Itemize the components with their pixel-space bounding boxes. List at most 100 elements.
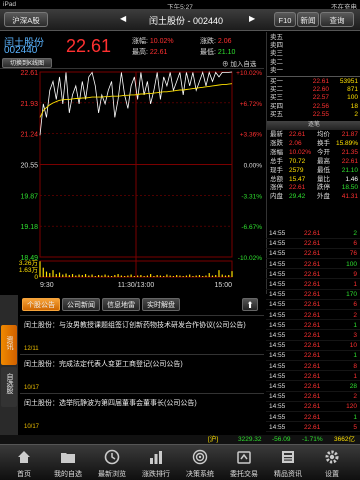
volume-tick-label: 3.26万 xyxy=(19,259,39,267)
bid-volume: 100 xyxy=(347,94,358,102)
stat-label: 内盘 xyxy=(270,193,283,201)
bid-price: 22.56 xyxy=(312,102,329,110)
price-tick-label: 19.87 xyxy=(20,193,38,200)
stat-label: 最低 xyxy=(317,166,330,174)
price-tick-label: 21.24 xyxy=(20,132,38,139)
query-button[interactable]: 查询 xyxy=(320,12,354,27)
trade-icon xyxy=(237,451,251,464)
tab-target[interactable]: 决策系统 xyxy=(180,445,220,480)
trade-row: 14:55 22.61 1 xyxy=(266,280,360,290)
trade-time: 14:55 xyxy=(269,393,286,401)
news-button[interactable]: 新闻 xyxy=(297,12,319,27)
tab-realtime-analysis[interactable]: 实时解盘 xyxy=(142,298,180,311)
add-favorite-button[interactable]: ⊕ 加入自选 xyxy=(222,58,256,68)
trade-price: 22.61 xyxy=(304,352,321,360)
stat-value: 2.06 xyxy=(289,139,302,147)
f10-button[interactable]: F10 xyxy=(274,12,296,27)
tab-gear[interactable]: 设置 xyxy=(312,445,352,480)
index-change: -56.09 xyxy=(272,436,291,443)
intraday-chart[interactable]: 22.61 +10.02% 21.93 +6.72% 21.24 +3.36% 20.55 0… xyxy=(0,69,264,291)
tab-folder[interactable]: 我的自选 xyxy=(48,445,88,480)
index-pct: -1.71% xyxy=(302,436,323,443)
trade-volume: 1 xyxy=(353,281,357,288)
trade-row: 14:55 22.61 2 xyxy=(266,229,360,239)
trade-volume: 8 xyxy=(353,362,357,370)
stat-value: 15.47 xyxy=(289,175,306,183)
tab-ranking[interactable]: 涨跌排行 xyxy=(136,445,176,480)
add-favorite-label: 加入自选 xyxy=(230,61,257,68)
prev-stock-icon[interactable]: ◀ xyxy=(120,14,126,23)
trade-volume: 100 xyxy=(346,260,357,268)
pct-tick-label: +6.72% xyxy=(240,101,262,108)
stat-label: 总额 xyxy=(270,175,283,183)
news-panel: 资讯 自选股 个股公告 公司新闻 信息地雷 实时解盘 ⬆ 闰土股份：与汝男教授课… xyxy=(0,295,264,435)
stat-label: 最高 xyxy=(317,157,330,165)
stat-value: 18.50 xyxy=(341,184,358,192)
price-tick-label: 19.18 xyxy=(20,224,38,231)
scroll-up-button[interactable]: ⬆ xyxy=(242,298,258,311)
trade-row: 14:55 22.61 3 xyxy=(266,331,360,341)
time-tick-label: 11:30/13:00 xyxy=(118,282,155,289)
tab-label: 最新浏览 xyxy=(98,471,126,478)
quote-stat-row: 现手 2579 最低 21.10 xyxy=(267,167,360,175)
trade-row: 14:55 22.61 1 xyxy=(266,321,360,331)
change-stat: 涨跌: 2.06 xyxy=(200,38,232,45)
bid-label: 买五 xyxy=(270,110,283,118)
tab-label: 委托交易 xyxy=(230,471,258,478)
ask-row: 卖二 xyxy=(267,59,360,67)
news-item[interactable]: 闰土股份：完成法定代表人变更工商登记(公司公告) 10/17 xyxy=(20,354,264,392)
news-item[interactable]: 闰土股份：选举阮静波为第四届董事会董事长(公司公告) 10/17 xyxy=(20,393,264,431)
pct-tick-label: -3.31% xyxy=(241,193,262,200)
stat-label: 涨幅 xyxy=(270,148,283,156)
trade-price: 22.61 xyxy=(304,301,321,309)
next-stock-icon[interactable]: ▶ xyxy=(249,14,255,23)
side-tab-news[interactable]: 资讯 xyxy=(1,325,17,365)
bid-label: 买四 xyxy=(270,102,283,110)
ask-label: 卖三 xyxy=(270,50,283,58)
trade-time: 14:55 xyxy=(269,403,286,411)
trade-price: 22.61 xyxy=(304,260,321,268)
stat-value: 29.42 xyxy=(289,193,306,201)
trade-row: 14:55 22.61 6 xyxy=(266,239,360,249)
trade-volume: 1 xyxy=(353,372,357,380)
time-tick-label: 9:30 xyxy=(40,282,54,289)
news-item[interactable]: 闰土股份：与汝男教授课题组签订创新药物技术研发合作协议(公司公告) 12/11 xyxy=(20,315,264,353)
tab-home[interactable]: 首页 xyxy=(4,445,44,480)
trade-row: 14:55 22.61 8 xyxy=(266,362,360,372)
bid-label: 买三 xyxy=(270,94,283,102)
tab-info-mines[interactable]: 信息地雷 xyxy=(102,298,140,311)
trade-row: 14:55 22.61 120 xyxy=(266,402,360,412)
stat-value: 21.87 xyxy=(341,131,358,138)
tab-clock[interactable]: 最新浏览 xyxy=(92,445,132,480)
trade-time: 14:55 xyxy=(269,301,286,309)
news-icon xyxy=(282,451,294,463)
bid-row: 买五 22.55 2 xyxy=(267,111,360,119)
ask-row: 卖五 xyxy=(267,34,360,42)
trade-time: 14:55 xyxy=(269,342,286,350)
index-value: 3229.32 xyxy=(238,436,262,443)
trade-price: 22.61 xyxy=(304,230,321,237)
tab-stock-announcements[interactable]: 个股公告 xyxy=(22,298,60,311)
trade-volume: 6 xyxy=(353,301,357,309)
side-tab-favorites[interactable]: 自选股 xyxy=(1,367,17,407)
market-select-button[interactable]: 沪深A股 xyxy=(4,12,48,27)
bid-volume: 18 xyxy=(350,102,358,110)
bid-volume: 2 xyxy=(354,110,358,118)
trade-volume: 1 xyxy=(353,352,357,360)
trade-price: 22.61 xyxy=(304,240,321,248)
tab-trade[interactable]: 委托交易 xyxy=(224,445,264,480)
switch-kline-button[interactable]: 切换到K线图 xyxy=(2,58,52,68)
stat-label: 换手 xyxy=(317,139,330,147)
stat-value: 21.35 xyxy=(341,148,358,156)
tab-company-news[interactable]: 公司新闻 xyxy=(62,298,100,311)
index-bar: [沪] 3229.32 -56.09 -1.71% 3662亿 xyxy=(0,435,360,444)
trade-list[interactable]: 14:55 22.61 2 14:55 22.61 6 14:55 22.61 76 14:55 2… xyxy=(266,229,360,435)
trade-time: 14:55 xyxy=(269,270,286,278)
tab-news[interactable]: 精品资讯 xyxy=(268,445,308,480)
stat-label: 均价 xyxy=(317,131,330,138)
trade-row: 14:55 22.61 1 xyxy=(266,372,360,382)
trade-time: 14:55 xyxy=(269,230,286,237)
trade-detail-tab[interactable]: 逐笔 xyxy=(267,121,360,130)
trade-time: 14:55 xyxy=(269,423,286,431)
bid-price: 22.61 xyxy=(312,78,329,85)
